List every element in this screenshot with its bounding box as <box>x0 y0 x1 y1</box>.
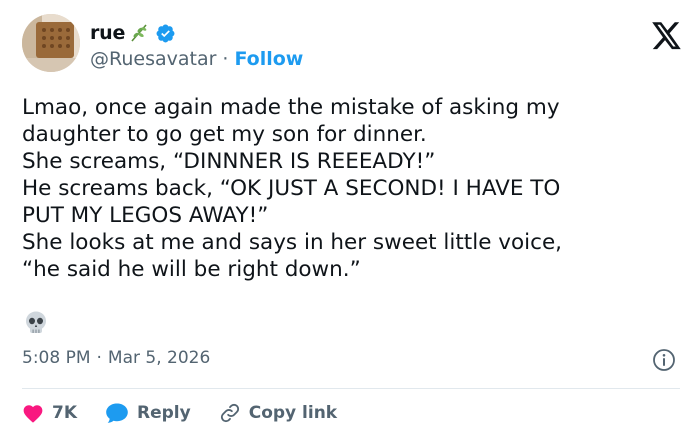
action-bar: 7K Reply Copy link <box>22 400 365 426</box>
tweet-line: She screams, “DINNNER IS REEEADY!” <box>22 149 436 174</box>
name-line: rue <box>90 22 303 44</box>
time-separator: · <box>96 348 102 368</box>
skull-emoji-icon <box>22 309 50 337</box>
handle-separator: · <box>222 48 229 70</box>
reply-bubble-icon <box>105 402 129 424</box>
user-handle[interactable]: @Ruesavatar <box>90 48 216 70</box>
avatar-image <box>22 14 80 72</box>
copy-link-button[interactable]: Copy link <box>219 402 337 424</box>
info-icon[interactable] <box>652 348 676 372</box>
tweet-line: She looks at me and says in her sweet li… <box>22 230 563 255</box>
reply-label: Reply <box>137 403 191 423</box>
name-block: rue @Ruesavatar · Follow <box>90 22 303 70</box>
handle-line: @Ruesavatar · Follow <box>90 48 303 70</box>
copy-link-label: Copy link <box>248 403 338 423</box>
tweet-date[interactable]: Mar 5, 2026 <box>108 348 210 368</box>
divider <box>22 388 680 389</box>
avatar[interactable] <box>22 14 80 72</box>
tweet-line: daughter to go get my son for dinner. <box>22 122 427 147</box>
tweet-card: rue @Ruesavatar · Follow Lmao, once agai… <box>0 0 700 440</box>
display-name[interactable]: rue <box>90 22 125 44</box>
tweet-line: Lmao, once again made the mistake of ask… <box>22 95 560 120</box>
heart-icon <box>22 403 44 423</box>
tweet-line: “he said he will be right down.” <box>22 257 361 282</box>
like-count: 7K <box>52 403 78 423</box>
tweet-line: PUT MY LEGOS AWAY!” <box>22 203 269 228</box>
link-icon <box>219 402 241 424</box>
tweet-text: Lmao, once again made the mistake of ask… <box>22 94 682 283</box>
reply-button[interactable]: Reply <box>105 402 191 424</box>
follow-button[interactable]: Follow <box>234 48 303 70</box>
tweet-line: He screams back, “OK JUST A SECOND! I HA… <box>22 176 561 201</box>
tweet-header: rue @Ruesavatar · Follow <box>22 12 682 76</box>
plant-emoji-icon <box>129 23 149 43</box>
tweet-time[interactable]: 5:08 PM <box>22 348 91 368</box>
like-button[interactable]: 7K <box>22 403 77 423</box>
verified-badge-icon <box>155 23 176 44</box>
timestamp-row: 5:08 PM · Mar 5, 2026 <box>22 348 210 368</box>
x-logo-icon[interactable] <box>652 22 682 50</box>
